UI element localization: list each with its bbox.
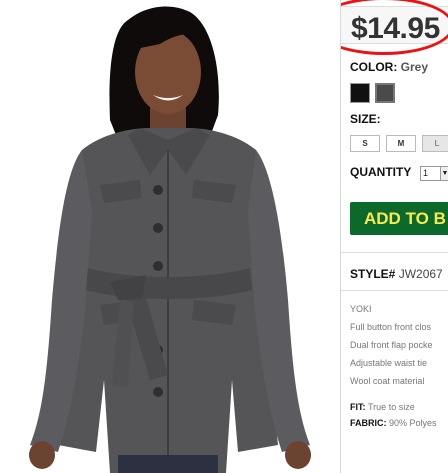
size-button-s[interactable]: S	[350, 135, 380, 152]
color-row: COLOR: Grey	[350, 60, 428, 74]
detail-item: Full button front clos	[350, 322, 432, 332]
color-label: COLOR:	[350, 60, 398, 74]
fit-row: FIT: True to size	[350, 402, 415, 412]
detail-item: Adjustable waist tie	[350, 358, 428, 368]
product-details-panel: $14.95 COLOR: Grey SIZE: S M L QUANTITY …	[341, 0, 448, 473]
size-button-m[interactable]: M	[386, 135, 416, 152]
detail-item: Wool coat material	[350, 376, 425, 386]
detail-item: Dual front flap pocke	[350, 340, 433, 350]
quantity-select[interactable]: 1 ▼	[420, 166, 448, 181]
color-value: Grey	[400, 60, 429, 74]
detail-brand: YOKI	[350, 304, 372, 314]
fabric-row: FABRIC: 90% Polyes	[350, 418, 437, 428]
product-image	[0, 0, 340, 473]
size-label: SIZE:	[350, 112, 381, 126]
chevron-down-icon[interactable]: ▼	[440, 167, 448, 180]
section-divider	[341, 290, 448, 291]
add-to-bag-button[interactable]: ADD TO B	[350, 202, 448, 235]
fit-value: True to size	[368, 402, 415, 412]
model-illustration	[29, 6, 311, 473]
quantity-value: 1	[423, 168, 429, 178]
section-divider	[341, 252, 448, 253]
color-swatch-grey[interactable]	[375, 83, 395, 103]
style-label: STYLE#	[350, 267, 396, 281]
price-highlight-circle	[341, 0, 448, 55]
fabric-label: FABRIC:	[350, 418, 387, 428]
fit-label: FIT:	[350, 402, 366, 412]
style-value: JW2067	[398, 267, 443, 281]
style-row: STYLE# JW2067	[350, 267, 443, 281]
fabric-value: 90% Polyes	[389, 418, 437, 428]
quantity-label: QUANTITY	[350, 165, 412, 179]
size-button-l[interactable]: L	[422, 135, 448, 152]
color-swatch-black[interactable]	[350, 83, 370, 103]
